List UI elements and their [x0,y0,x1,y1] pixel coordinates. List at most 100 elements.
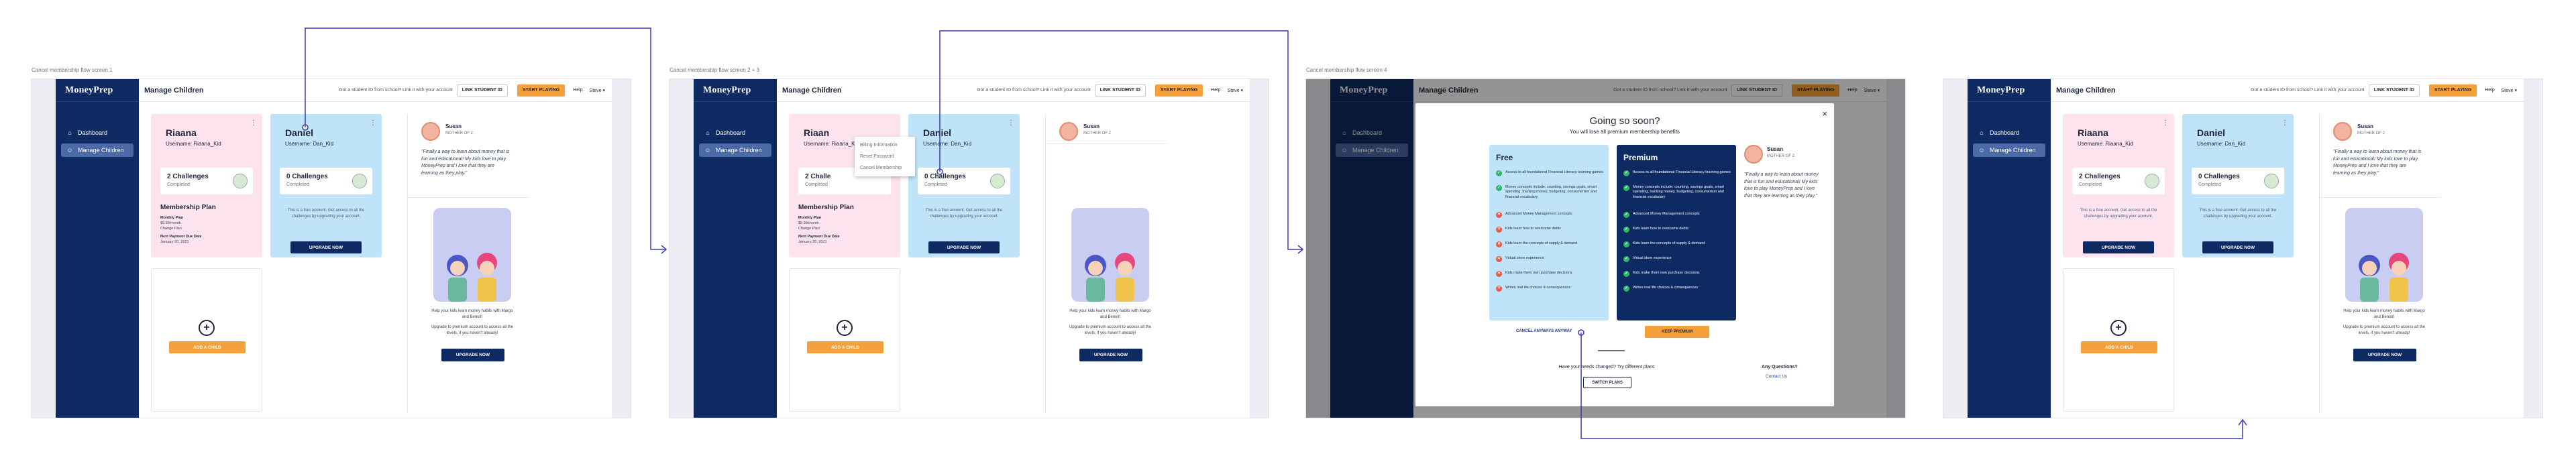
child-card-riaana: Riaana Username: Riaana_Kid ⋮ 2 Challeng… [2063,114,2174,257]
next-payment-label: Next Payment Due Date [160,235,202,239]
card-options-menu: Billing Information Reset Password Cance… [855,137,915,176]
avatar [2264,174,2279,188]
challenges-box: 2 Challenges Completed [2072,168,2165,194]
sidebar-item-manage-children[interactable]: ☺ Manage Children [699,143,771,157]
modal-title: Going so soon? [1589,115,1660,127]
keep-premium-button[interactable]: KEEP PREMIUM [1645,326,1709,338]
plus-icon[interactable]: + [199,320,215,336]
start-playing-button[interactable]: START PLAYING [1155,84,1203,97]
upgrade-now-button[interactable]: UPGRADE NOW [2083,241,2154,253]
upgrade-now-button[interactable]: UPGRADE NOW [2202,241,2273,253]
child-name: Daniel [923,127,952,138]
upgrade-now-button[interactable]: UPGRADE NOW [928,241,1000,253]
change-plan-link[interactable]: Change Plan [160,227,182,231]
add-child-card[interactable]: + ADD A CHILD [151,268,262,412]
help-link[interactable]: Help [573,88,582,93]
student-id-hint: Got a student ID from school? Link it wi… [339,88,453,93]
avatar [352,174,367,188]
topbar: Manage Children Got a student ID from sc… [777,79,1250,102]
menu-item-billing-information[interactable]: Billing Information [855,139,915,151]
topbar: Manage Children Got a student ID from sc… [139,79,612,102]
sidebar-item-manage-children[interactable]: ☺ Manage Children [61,143,133,157]
chevron-down-icon: ▾ [2514,88,2517,93]
plus-icon[interactable]: + [2110,320,2127,336]
page-title: Manage Children [782,86,842,95]
feature-item: ✓ Advanced Money Management concepts [1623,212,1700,218]
more-icon[interactable]: ⋮ [370,119,376,127]
check-icon: ✓ [1623,212,1629,218]
left-gutter [1943,79,1968,418]
add-child-button[interactable]: ADD A CHILD [169,341,246,353]
switch-plans-button[interactable]: SWITCH PLANS [1583,377,1631,388]
upgrade-now-button[interactable]: UPGRADE NOW [290,241,362,253]
child-name: Riaana [2078,127,2108,138]
challenges-count: 2 Challe [805,173,831,180]
sidebar-item-label: Manage Children [1990,147,2036,154]
home-icon: ⌂ [706,129,710,136]
user-menu[interactable]: Steve ▾ [590,88,605,93]
more-icon[interactable]: ⋮ [2282,119,2288,127]
change-plan-link[interactable]: Change Plan [798,227,820,231]
user-menu[interactable]: Steve ▾ [2502,88,2517,93]
help-link[interactable]: Help [2485,88,2494,93]
check-icon: ✓ [1623,170,1629,176]
link-student-id-button[interactable]: LINK STUDENT ID [1094,84,1146,97]
add-child-card[interactable]: + ADD A CHILD [789,268,900,412]
sidebar-item-manage-children[interactable]: ☺ Manage Children [1973,143,2045,157]
divider [2320,197,2440,198]
kids-illustration [2345,208,2423,302]
more-icon[interactable]: ⋮ [250,119,257,127]
user-name: Steve [1227,88,1240,93]
cancel-anyway-link[interactable]: CANCEL ANYWAYS ANYWAY [1516,329,1572,333]
child-card-daniel: Daniel Username: Dan_Kid ⋮ 0 Challenges … [270,114,382,257]
contact-us-link[interactable]: Contact Us [1766,374,1787,379]
sidebar-item-dashboard[interactable]: ⌂ Dashboard [61,126,133,139]
menu-item-reset-password[interactable]: Reset Password [855,151,915,162]
feature-item: ✓ Kids make them own purchase decisions [1623,271,1700,277]
cross-icon: ✕ [1496,241,1502,247]
upgrade-now-button[interactable]: UPGRADE NOW [2353,349,2416,361]
divider [1046,143,1167,144]
sidebar: MoneyPrep ⌂ Dashboard ☺ Manage Children [1968,79,2051,418]
add-child-card[interactable]: + ADD A CHILD [2063,268,2174,412]
check-icon: ✓ [1623,271,1629,277]
home-icon: ⌂ [68,129,72,136]
challenges-count: 0 Challenges [2198,173,2240,180]
testimonial-quote: "Finally a way to learn about money that… [2333,150,2422,176]
free-plan-card: Free ✓ Access to all foundational Financi… [1489,145,1609,320]
cross-icon: ✕ [1496,256,1502,262]
sidebar-item-dashboard[interactable]: ⌂ Dashboard [1973,126,2045,139]
feature-item: ✕ Advanced Money Management concepts [1496,212,1572,218]
link-student-id-button[interactable]: LINK STUDENT ID [2368,84,2420,97]
challenges-count: 2 Challenges [167,173,209,180]
start-playing-button[interactable]: START PLAYING [517,84,566,97]
challenges-status: Completed [167,182,190,187]
sidebar-item-dashboard[interactable]: ⌂ Dashboard [699,126,771,139]
add-child-button[interactable]: ADD A CHILD [2081,341,2157,353]
more-icon[interactable]: ⋮ [1008,119,1014,127]
avatar [1059,122,1078,141]
free-account-note: This is a free account. Get access to al… [925,209,1003,219]
divider [408,197,529,198]
menu-item-cancel-membership[interactable]: Cancel Membership [855,162,915,174]
user-menu[interactable]: Steve ▾ [1228,88,1243,93]
upgrade-now-button[interactable]: UPGRADE NOW [441,349,504,361]
add-child-button[interactable]: ADD A CHILD [807,341,883,353]
logo: MoneyPrep [1968,79,2051,102]
modal-subtitle: You will lose all premium membership ben… [1570,129,1680,135]
frame-label: Cancel membership flow screen 4 [1306,67,1387,73]
next-payment-label: Next Payment Due Date [798,235,840,239]
more-icon[interactable]: ⋮ [2162,119,2169,127]
link-student-id-button[interactable]: LINK STUDENT ID [456,84,508,97]
testimonial-name: Susan [1767,146,1784,152]
sidebar-item-label: Manage Children [716,147,762,154]
avatar [1744,145,1763,164]
plus-icon[interactable]: + [837,320,853,336]
upgrade-now-button[interactable]: UPGRADE NOW [1079,349,1142,361]
child-name: Riaana [166,127,197,138]
start-playing-button[interactable]: START PLAYING [2428,84,2477,97]
feature-item: ✕ Kids make them own purchase decisions [1496,271,1572,277]
help-link[interactable]: Help [1211,88,1220,93]
kids-illustration [1071,208,1149,302]
child-card-daniel: Daniel Username: Dan_Kid ⋮ 0 Challenges … [908,114,1020,257]
